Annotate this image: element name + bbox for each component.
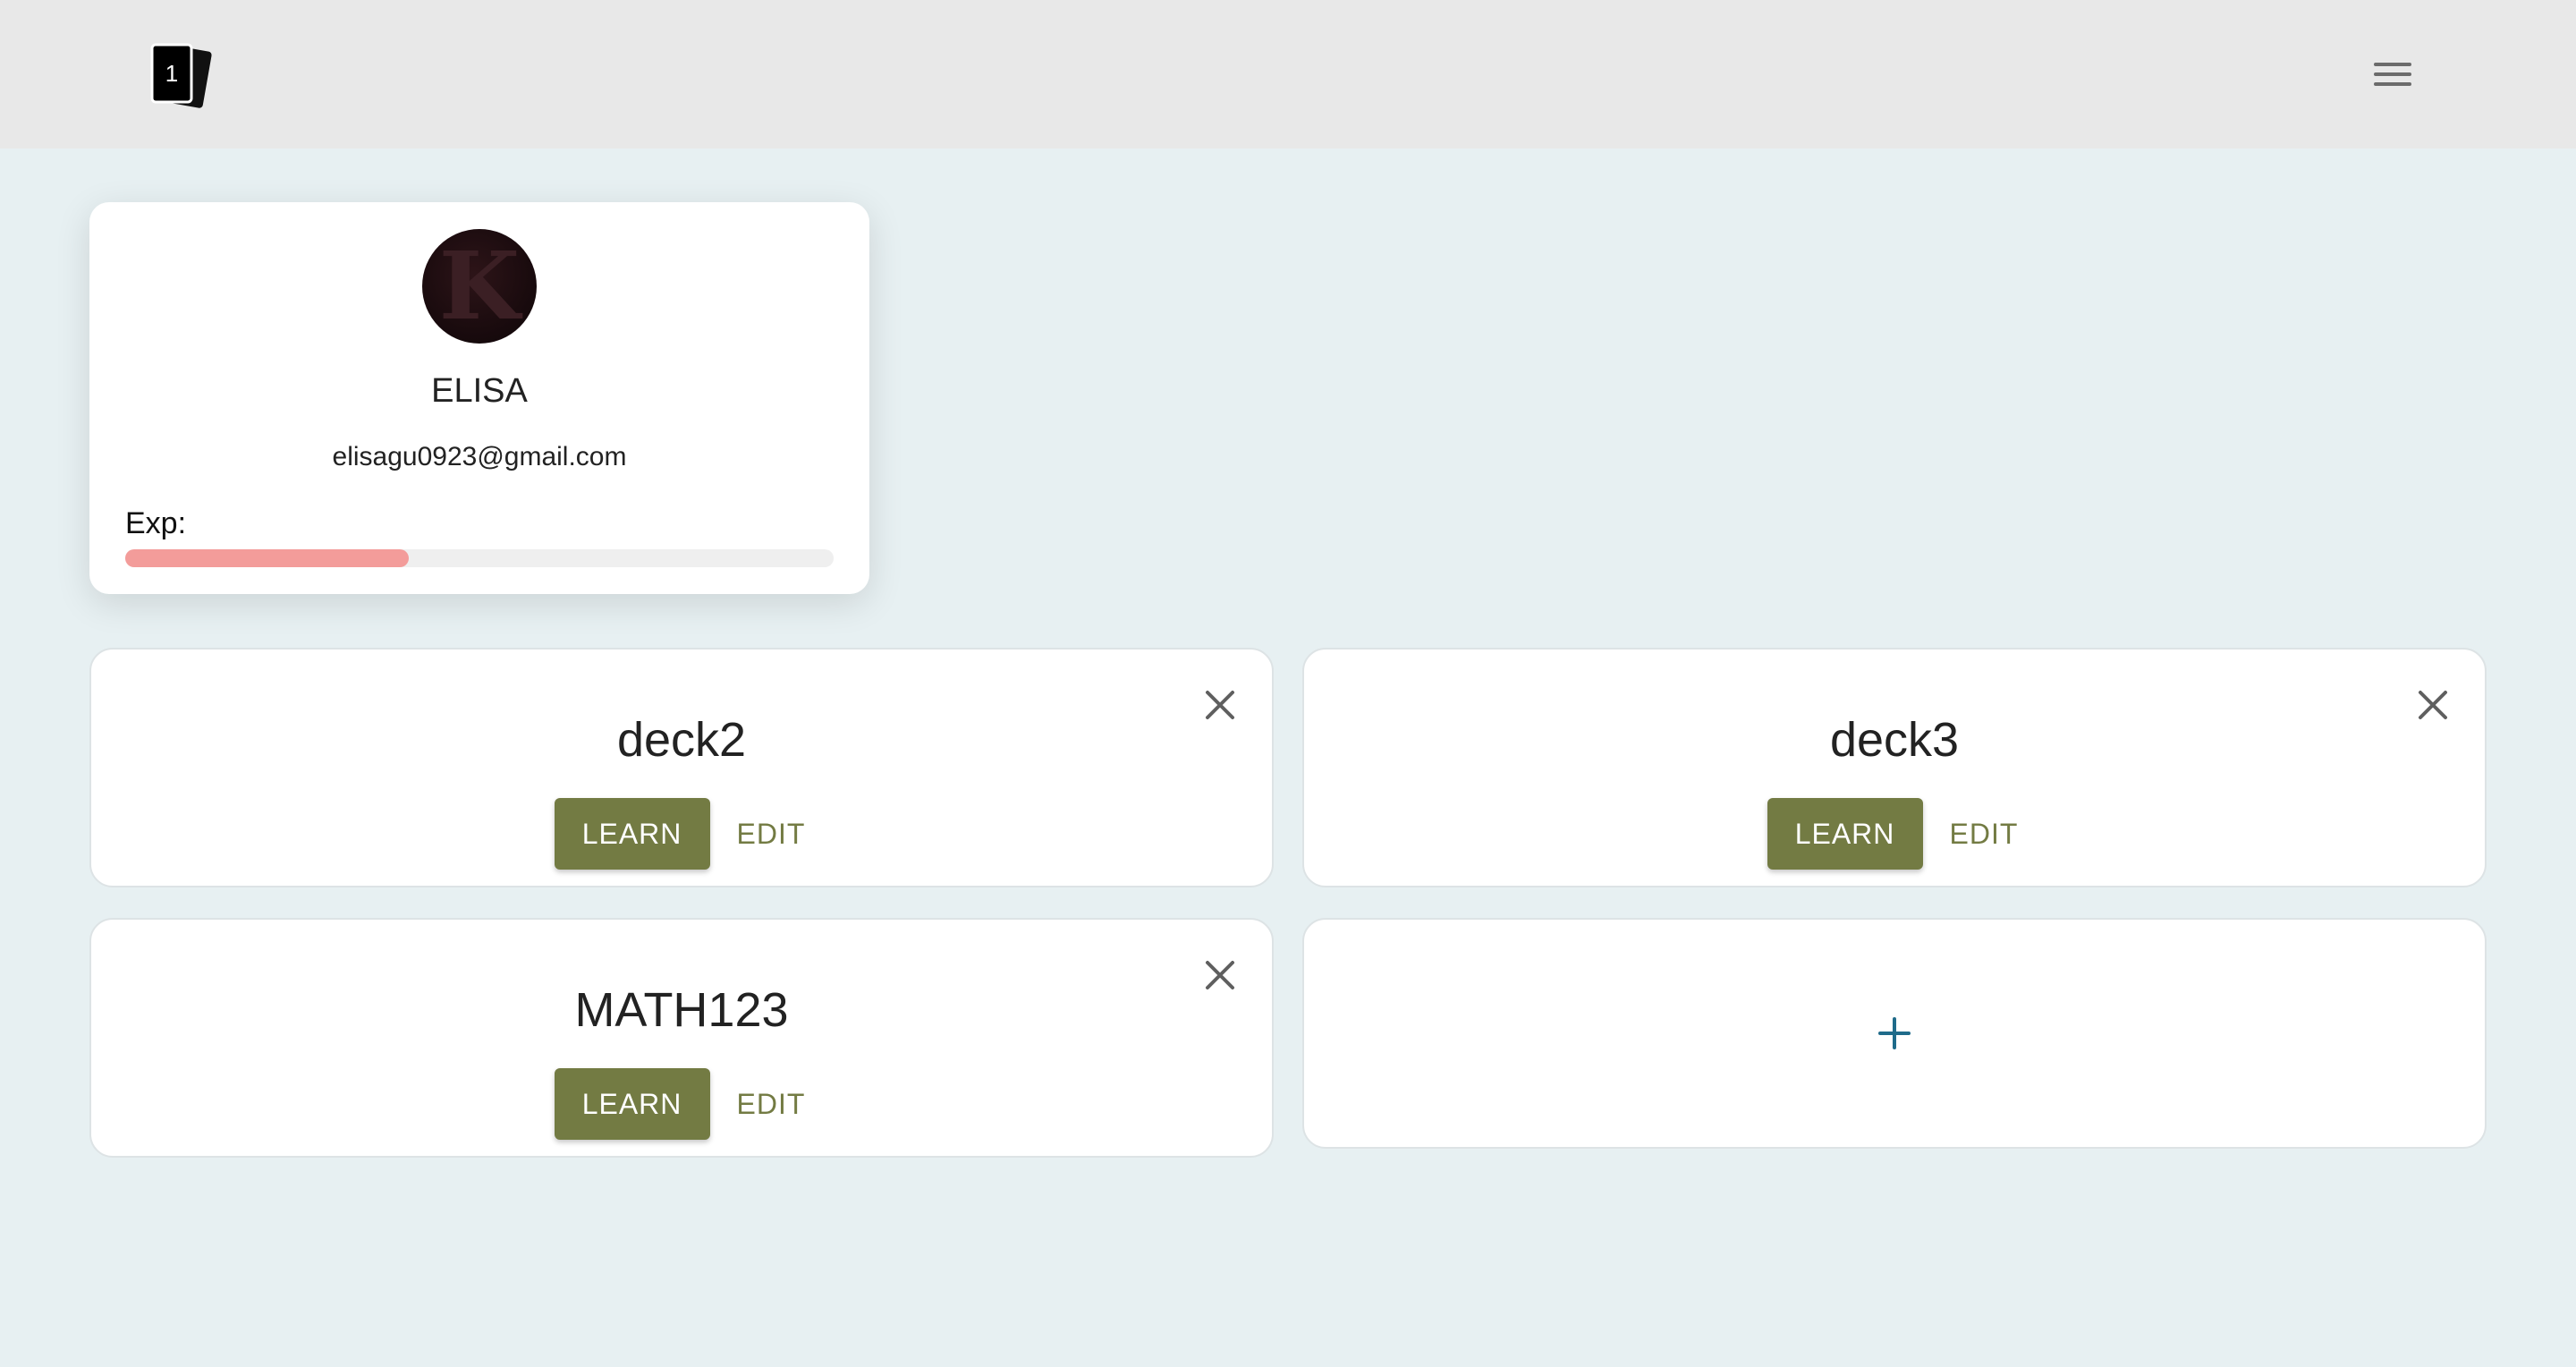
- cards-logo-icon[interactable]: 1: [148, 41, 213, 111]
- profile-email: elisagu0923@gmail.com: [332, 442, 627, 471]
- deck-title: deck3: [1829, 713, 1960, 767]
- edit-button[interactable]: EDIT: [733, 1068, 809, 1140]
- close-icon[interactable]: [1202, 687, 1238, 723]
- add-deck-card[interactable]: [1302, 918, 2487, 1149]
- avatar-letter: K: [438, 231, 521, 341]
- learn-button[interactable]: LEARN: [554, 1068, 710, 1140]
- top-app-bar: 1: [0, 0, 2576, 149]
- edit-button[interactable]: EDIT: [1946, 798, 2022, 870]
- exp-label: Exp:: [125, 506, 187, 540]
- logo-number: 1: [165, 60, 178, 87]
- deck-card: deck2 LEARN EDIT: [89, 648, 1274, 887]
- close-icon[interactable]: [2415, 687, 2451, 723]
- learn-button[interactable]: LEARN: [554, 798, 710, 870]
- deck-title: MATH123: [574, 983, 789, 1037]
- learn-button[interactable]: LEARN: [1767, 798, 1923, 870]
- exp-progress-bar: [125, 549, 834, 567]
- edit-button[interactable]: EDIT: [733, 798, 809, 870]
- profile-card: K ELISA elisagu0923@gmail.com Exp:: [89, 202, 869, 594]
- deck-title: deck2: [616, 713, 747, 767]
- deck-card: MATH123 LEARN EDIT: [89, 918, 1274, 1158]
- close-icon[interactable]: [1202, 957, 1238, 993]
- hamburger-menu-icon[interactable]: [2368, 54, 2419, 95]
- profile-name: ELISA: [431, 372, 528, 410]
- avatar[interactable]: K: [422, 229, 537, 344]
- plus-icon[interactable]: [1877, 1015, 1912, 1051]
- deck-card: deck3 LEARN EDIT: [1302, 648, 2487, 887]
- exp-progress-fill: [125, 549, 409, 567]
